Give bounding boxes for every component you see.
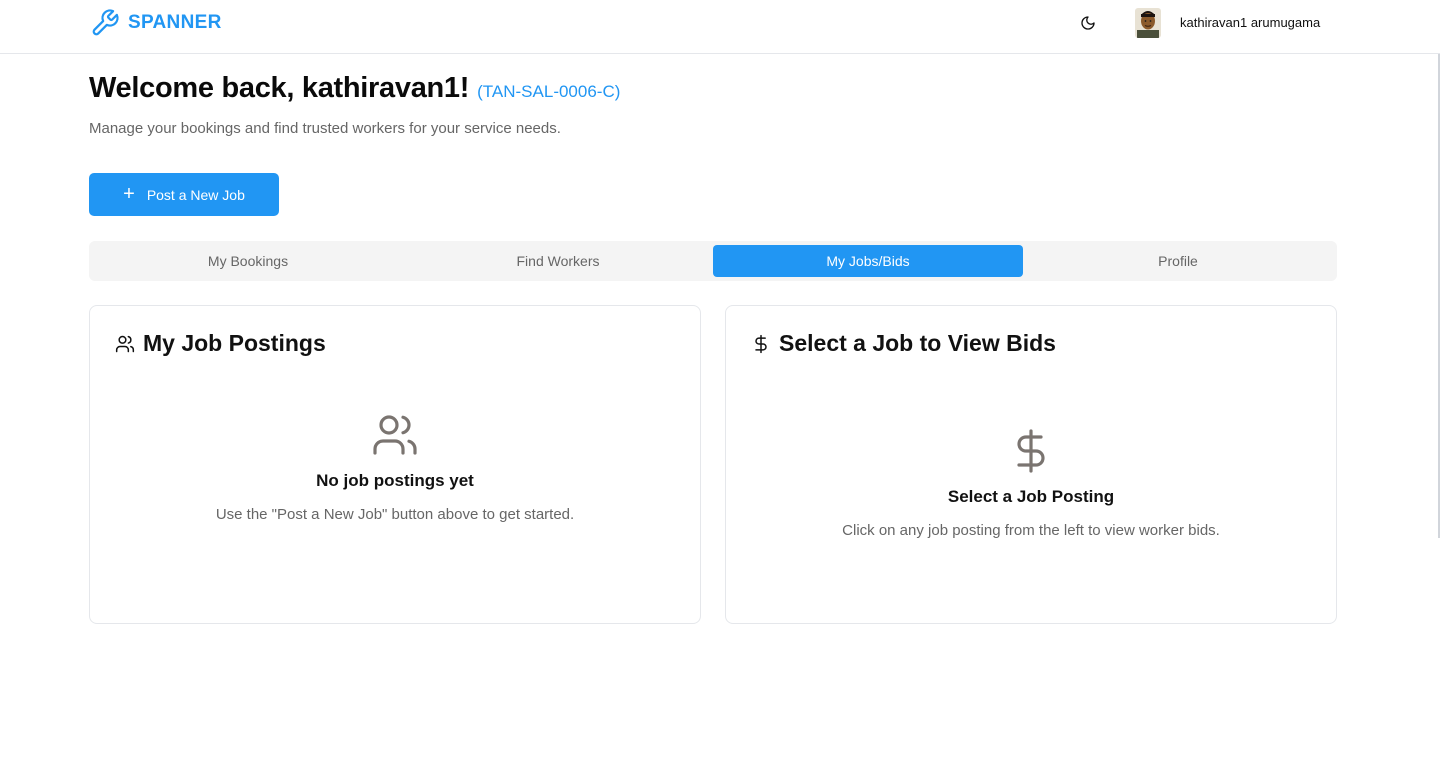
- brand-name: SPANNER: [128, 12, 222, 33]
- job-postings-empty-state: No job postings yet Use the "Post a New …: [90, 411, 700, 523]
- theme-toggle-button[interactable]: [1077, 12, 1099, 34]
- dashboard-tabs: My Bookings Find Workers My Jobs/Bids Pr…: [89, 241, 1337, 281]
- user-name[interactable]: kathiravan1 arumugama: [1180, 15, 1320, 30]
- empty-bids-title: Select a Job Posting: [947, 487, 1115, 506]
- job-postings-title: My Job Postings: [143, 330, 326, 356]
- view-bids-empty-state: Select a Job Posting Click on any job po…: [726, 427, 1336, 539]
- moon-icon: [1081, 16, 1095, 30]
- view-bids-title: Select a Job to View Bids: [779, 330, 1056, 356]
- brand-logo[interactable]: SPANNER: [90, 8, 222, 38]
- job-postings-card: My Job Postings No job postings yet Use …: [89, 305, 701, 624]
- dollar-icon: [755, 334, 767, 353]
- page-subtitle: Manage your bookings and find trusted wo…: [89, 120, 561, 137]
- top-navbar: SPANNER kathiravan1 arumugama: [0, 0, 1440, 54]
- post-new-job-label: Post a New Job: [146, 186, 245, 203]
- tab-my-bookings[interactable]: My Bookings: [93, 245, 403, 277]
- users-large-icon: [373, 415, 417, 455]
- empty-postings-title: No job postings yet: [316, 471, 474, 490]
- tab-find-workers[interactable]: Find Workers: [403, 245, 713, 277]
- wrench-icon: [92, 9, 119, 36]
- tab-my-jobs-bids[interactable]: My Jobs/Bids: [713, 245, 1023, 277]
- view-bids-card: Select a Job to View Bids Select a Job P…: [725, 305, 1337, 624]
- job-postings-header: My Job Postings: [115, 330, 326, 357]
- empty-bids-text: Click on any job posting from the left t…: [842, 522, 1220, 539]
- welcome-heading: Welcome back, kathiravan1! (TAN-SAL-0006…: [89, 72, 620, 105]
- dollar-large-icon: [1017, 429, 1045, 473]
- view-bids-header: Select a Job to View Bids: [751, 330, 1056, 357]
- avatar-photo: [1135, 8, 1161, 38]
- empty-postings-text: Use the "Post a New Job" button above to…: [215, 506, 575, 523]
- post-new-job-button[interactable]: + Post a New Job: [89, 173, 279, 216]
- tab-profile[interactable]: Profile: [1023, 245, 1333, 277]
- page-title: Welcome back, kathiravan1!: [89, 72, 470, 104]
- plus-icon: +: [123, 182, 135, 205]
- user-code: (TAN-SAL-0006-C): [477, 82, 621, 101]
- users-icon: [115, 335, 135, 352]
- user-avatar[interactable]: [1135, 8, 1161, 38]
